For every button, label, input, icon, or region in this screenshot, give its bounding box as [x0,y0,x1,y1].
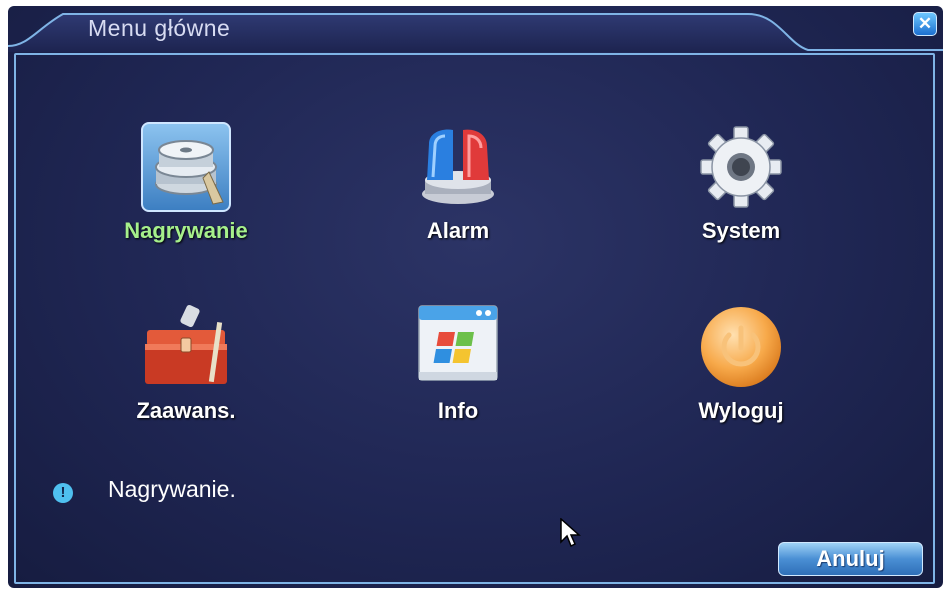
info-icon-glyph: ! [60,484,66,501]
window-title: Menu główne [88,15,231,41]
menu-item-label: Alarm [426,218,490,243]
siren-icon [413,122,503,212]
menu-item-info[interactable]: Info [363,302,553,432]
power-icon [696,302,786,392]
cancel-button-label: Anuluj [816,546,885,571]
toolbox-icon [141,302,231,392]
close-button[interactable]: ✕ [913,12,937,36]
status-text: Nagrywanie. [108,476,236,502]
menu-item-label: Zaawans. [136,398,236,423]
title-bar: Menu główne ✕ [8,6,943,52]
film-reel-icon [141,122,231,212]
menu-item-alarm[interactable]: Alarm [363,122,553,252]
cancel-button[interactable]: Anuluj [778,542,923,576]
menu-item-wyloguj[interactable]: Wyloguj [646,302,836,432]
menu-item-label: Nagrywanie [124,218,248,243]
menu-item-label: Wyloguj [698,398,784,423]
menu-item-zaawans[interactable]: Zaawans. [91,302,281,432]
mouse-pointer-icon [560,517,582,553]
menu-item-label: System [701,218,781,243]
gear-icon [696,122,786,212]
info-window-icon [413,302,503,392]
menu-item-label: Info [437,398,479,423]
menu-item-system[interactable]: System [646,122,836,252]
menu-item-nagrywanie[interactable]: Nagrywanie [91,122,281,252]
close-icon: ✕ [917,14,933,33]
main-menu-window: Menu główne ✕ Nagrywanie Alarm System Za… [8,6,943,588]
exclamation-info-icon: ! [53,483,73,503]
